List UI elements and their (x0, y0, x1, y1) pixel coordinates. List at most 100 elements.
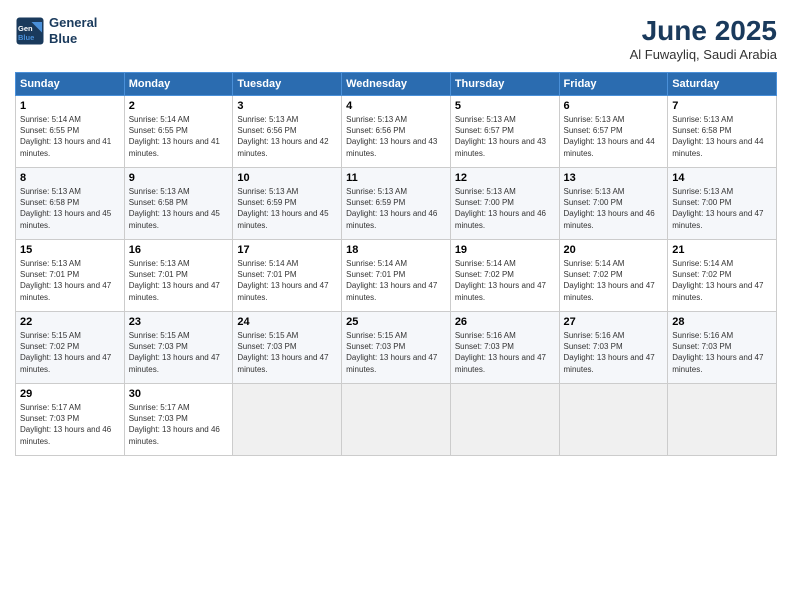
calendar-cell: 4 Sunrise: 5:13 AM Sunset: 6:56 PM Dayli… (342, 96, 451, 168)
calendar-header-friday: Friday (559, 73, 668, 96)
day-number: 11 (346, 172, 446, 184)
calendar-cell: 28 Sunrise: 5:16 AM Sunset: 7:03 PM Dayl… (668, 312, 777, 384)
day-info: Sunrise: 5:13 AM Sunset: 7:00 PM Dayligh… (672, 186, 772, 231)
calendar-cell: 7 Sunrise: 5:13 AM Sunset: 6:58 PM Dayli… (668, 96, 777, 168)
page: Gen Blue General Blue June 2025 Al Fuway… (0, 0, 792, 612)
day-info: Sunrise: 5:13 AM Sunset: 6:58 PM Dayligh… (20, 186, 120, 231)
day-info: Sunrise: 5:13 AM Sunset: 7:00 PM Dayligh… (564, 186, 664, 231)
calendar-cell: 15 Sunrise: 5:13 AM Sunset: 7:01 PM Dayl… (16, 240, 125, 312)
day-info: Sunrise: 5:15 AM Sunset: 7:03 PM Dayligh… (129, 330, 229, 375)
day-number: 27 (564, 316, 664, 328)
calendar-cell: 17 Sunrise: 5:14 AM Sunset: 7:01 PM Dayl… (233, 240, 342, 312)
calendar-cell: 10 Sunrise: 5:13 AM Sunset: 6:59 PM Dayl… (233, 168, 342, 240)
day-info: Sunrise: 5:13 AM Sunset: 7:00 PM Dayligh… (455, 186, 555, 231)
calendar-cell (450, 384, 559, 456)
calendar-cell: 16 Sunrise: 5:13 AM Sunset: 7:01 PM Dayl… (124, 240, 233, 312)
calendar-cell (342, 384, 451, 456)
calendar-cell: 2 Sunrise: 5:14 AM Sunset: 6:55 PM Dayli… (124, 96, 233, 168)
day-info: Sunrise: 5:17 AM Sunset: 7:03 PM Dayligh… (129, 402, 229, 447)
day-info: Sunrise: 5:13 AM Sunset: 6:57 PM Dayligh… (455, 114, 555, 159)
day-info: Sunrise: 5:13 AM Sunset: 6:56 PM Dayligh… (346, 114, 446, 159)
day-info: Sunrise: 5:13 AM Sunset: 6:58 PM Dayligh… (672, 114, 772, 159)
day-number: 5 (455, 100, 555, 112)
day-number: 15 (20, 244, 120, 256)
calendar-cell: 20 Sunrise: 5:14 AM Sunset: 7:02 PM Dayl… (559, 240, 668, 312)
day-info: Sunrise: 5:14 AM Sunset: 6:55 PM Dayligh… (20, 114, 120, 159)
day-number: 20 (564, 244, 664, 256)
calendar-week-3: 15 Sunrise: 5:13 AM Sunset: 7:01 PM Dayl… (16, 240, 777, 312)
day-number: 18 (346, 244, 446, 256)
calendar-header-tuesday: Tuesday (233, 73, 342, 96)
logo-icon: Gen Blue (15, 16, 45, 46)
day-number: 3 (237, 100, 337, 112)
day-number: 12 (455, 172, 555, 184)
calendar-cell: 14 Sunrise: 5:13 AM Sunset: 7:00 PM Dayl… (668, 168, 777, 240)
day-info: Sunrise: 5:15 AM Sunset: 7:02 PM Dayligh… (20, 330, 120, 375)
day-info: Sunrise: 5:13 AM Sunset: 7:01 PM Dayligh… (129, 258, 229, 303)
calendar-header-thursday: Thursday (450, 73, 559, 96)
location: Al Fuwayliq, Saudi Arabia (630, 47, 777, 62)
calendar-cell: 26 Sunrise: 5:16 AM Sunset: 7:03 PM Dayl… (450, 312, 559, 384)
calendar-week-1: 1 Sunrise: 5:14 AM Sunset: 6:55 PM Dayli… (16, 96, 777, 168)
day-info: Sunrise: 5:15 AM Sunset: 7:03 PM Dayligh… (346, 330, 446, 375)
calendar-cell: 24 Sunrise: 5:15 AM Sunset: 7:03 PM Dayl… (233, 312, 342, 384)
calendar-header-wednesday: Wednesday (342, 73, 451, 96)
day-number: 8 (20, 172, 120, 184)
day-info: Sunrise: 5:13 AM Sunset: 6:56 PM Dayligh… (237, 114, 337, 159)
day-info: Sunrise: 5:13 AM Sunset: 7:01 PM Dayligh… (20, 258, 120, 303)
calendar-cell: 23 Sunrise: 5:15 AM Sunset: 7:03 PM Dayl… (124, 312, 233, 384)
calendar-cell: 5 Sunrise: 5:13 AM Sunset: 6:57 PM Dayli… (450, 96, 559, 168)
day-number: 21 (672, 244, 772, 256)
calendar-week-5: 29 Sunrise: 5:17 AM Sunset: 7:03 PM Dayl… (16, 384, 777, 456)
calendar-week-2: 8 Sunrise: 5:13 AM Sunset: 6:58 PM Dayli… (16, 168, 777, 240)
day-info: Sunrise: 5:14 AM Sunset: 7:02 PM Dayligh… (564, 258, 664, 303)
day-info: Sunrise: 5:14 AM Sunset: 7:01 PM Dayligh… (237, 258, 337, 303)
calendar-table: SundayMondayTuesdayWednesdayThursdayFrid… (15, 72, 777, 456)
day-number: 19 (455, 244, 555, 256)
day-info: Sunrise: 5:14 AM Sunset: 7:02 PM Dayligh… (455, 258, 555, 303)
day-number: 22 (20, 316, 120, 328)
day-number: 26 (455, 316, 555, 328)
day-number: 23 (129, 316, 229, 328)
calendar-header-row: SundayMondayTuesdayWednesdayThursdayFrid… (16, 73, 777, 96)
header: Gen Blue General Blue June 2025 Al Fuway… (15, 15, 777, 62)
calendar-cell: 25 Sunrise: 5:15 AM Sunset: 7:03 PM Dayl… (342, 312, 451, 384)
calendar-cell: 13 Sunrise: 5:13 AM Sunset: 7:00 PM Dayl… (559, 168, 668, 240)
day-number: 4 (346, 100, 446, 112)
day-number: 24 (237, 316, 337, 328)
calendar-cell (559, 384, 668, 456)
calendar-cell: 9 Sunrise: 5:13 AM Sunset: 6:58 PM Dayli… (124, 168, 233, 240)
calendar-cell: 27 Sunrise: 5:16 AM Sunset: 7:03 PM Dayl… (559, 312, 668, 384)
calendar-cell: 21 Sunrise: 5:14 AM Sunset: 7:02 PM Dayl… (668, 240, 777, 312)
day-number: 6 (564, 100, 664, 112)
calendar-cell: 12 Sunrise: 5:13 AM Sunset: 7:00 PM Dayl… (450, 168, 559, 240)
day-info: Sunrise: 5:14 AM Sunset: 7:02 PM Dayligh… (672, 258, 772, 303)
calendar-cell: 30 Sunrise: 5:17 AM Sunset: 7:03 PM Dayl… (124, 384, 233, 456)
day-number: 10 (237, 172, 337, 184)
day-info: Sunrise: 5:16 AM Sunset: 7:03 PM Dayligh… (564, 330, 664, 375)
day-number: 13 (564, 172, 664, 184)
calendar-cell (233, 384, 342, 456)
calendar-cell: 6 Sunrise: 5:13 AM Sunset: 6:57 PM Dayli… (559, 96, 668, 168)
day-info: Sunrise: 5:14 AM Sunset: 7:01 PM Dayligh… (346, 258, 446, 303)
calendar-header-monday: Monday (124, 73, 233, 96)
calendar-cell: 11 Sunrise: 5:13 AM Sunset: 6:59 PM Dayl… (342, 168, 451, 240)
calendar-cell: 8 Sunrise: 5:13 AM Sunset: 6:58 PM Dayli… (16, 168, 125, 240)
day-number: 17 (237, 244, 337, 256)
day-info: Sunrise: 5:14 AM Sunset: 6:55 PM Dayligh… (129, 114, 229, 159)
day-number: 16 (129, 244, 229, 256)
day-number: 1 (20, 100, 120, 112)
day-number: 7 (672, 100, 772, 112)
day-info: Sunrise: 5:16 AM Sunset: 7:03 PM Dayligh… (455, 330, 555, 375)
calendar-header-sunday: Sunday (16, 73, 125, 96)
day-number: 2 (129, 100, 229, 112)
day-info: Sunrise: 5:13 AM Sunset: 6:59 PM Dayligh… (346, 186, 446, 231)
day-info: Sunrise: 5:13 AM Sunset: 6:57 PM Dayligh… (564, 114, 664, 159)
svg-text:Blue: Blue (18, 33, 34, 42)
day-number: 14 (672, 172, 772, 184)
calendar-week-4: 22 Sunrise: 5:15 AM Sunset: 7:02 PM Dayl… (16, 312, 777, 384)
calendar-header-saturday: Saturday (668, 73, 777, 96)
day-number: 25 (346, 316, 446, 328)
day-number: 9 (129, 172, 229, 184)
day-info: Sunrise: 5:15 AM Sunset: 7:03 PM Dayligh… (237, 330, 337, 375)
